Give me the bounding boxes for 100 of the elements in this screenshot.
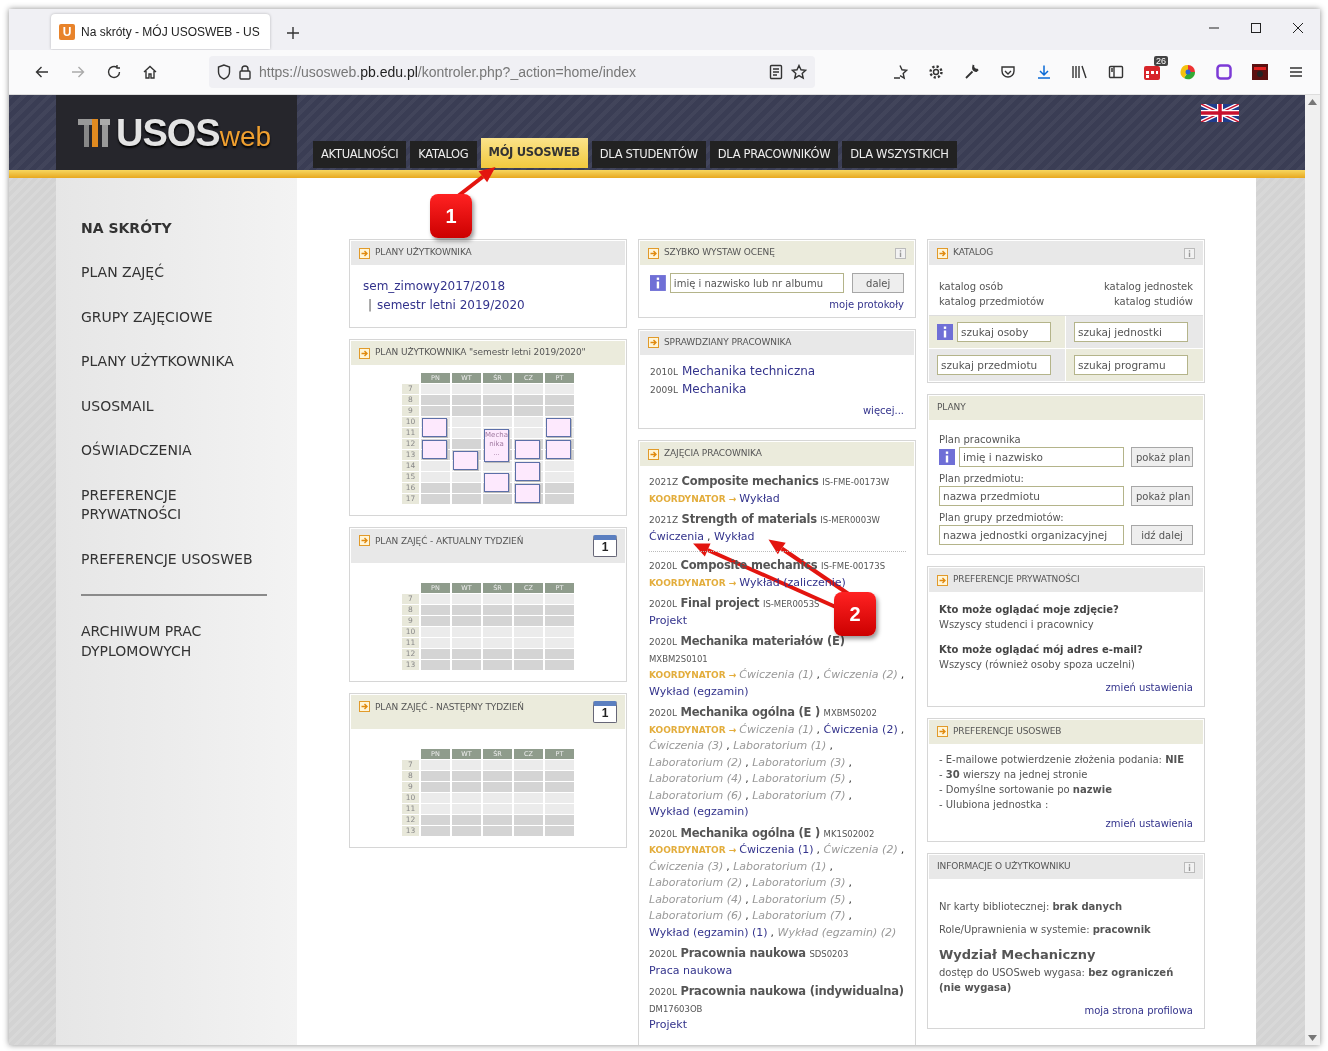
- term-label: 2020L: [649, 637, 677, 647]
- catalog-link[interactable]: katalog jednostek: [1103, 281, 1193, 292]
- info-text: Nr karty bibliotecznej: brak danych: [939, 900, 1123, 914]
- catalog-link[interactable]: katalog przedmiotów: [939, 296, 1045, 307]
- browser-tab[interactable]: U Na skróty - MÓJ USOSWEB - US: [51, 14, 270, 49]
- nav-tab[interactable]: KATALOG: [410, 141, 477, 168]
- toolbar-button[interactable]: 26: [1134, 56, 1170, 88]
- role-label: KOORDYNATOR →: [649, 577, 737, 588]
- term-label: 2010L: [650, 366, 678, 377]
- course-code: IS-MER0003W: [820, 515, 880, 525]
- address-bar[interactable]: https://usosweb.pb.edu.pl/kontroler.php?_action=home/index: [209, 56, 815, 88]
- answer-text: Wszyscy (również osoby spoza uczelni): [939, 658, 1136, 672]
- course-code: MXBM2S0101: [649, 653, 708, 664]
- nav-tab[interactable]: AKTUALNOŚCI: [313, 141, 407, 168]
- course-name: Mechanika materiałów (E): [680, 634, 845, 648]
- class-link[interactable]: Projekt: [649, 613, 687, 627]
- separator: ,: [726, 739, 730, 752]
- term-label: 2020L: [649, 561, 677, 571]
- sidebar-item[interactable]: ARCHIWUM PRAC DYPLOMOWYCH: [81, 622, 271, 661]
- plan-link[interactable]: semestr letni 2019/2020: [377, 297, 525, 312]
- separator: ,: [745, 909, 749, 922]
- catalog-link[interactable]: katalog studiów: [1113, 296, 1193, 307]
- input-field[interactable]: nazwa jednostki organizacyjnej: [939, 525, 1124, 545]
- separator: ,: [745, 788, 749, 802]
- panel-title: ZAJĘCIA PRACOWNIKA: [664, 447, 762, 461]
- separator: ,: [726, 859, 730, 873]
- separator: ,: [848, 892, 852, 906]
- sidebar-item[interactable]: PLAN ZAJĘĆ: [81, 263, 164, 283]
- nav-tab[interactable]: MÓJ USOSWEB: [480, 138, 588, 168]
- search-field[interactable]: imię i nazwisko lub nr albumu: [669, 273, 845, 293]
- course-name: Mechanika ogólna (E ): [680, 825, 821, 840]
- role-label: KOORDYNATOR →: [649, 670, 737, 680]
- course-name: Pracownia naukowa (indywidualna): [680, 984, 904, 998]
- test-link[interactable]: Mechanika techniczna: [681, 363, 816, 378]
- submit-button[interactable]: dalej: [852, 273, 904, 293]
- sidebar-item[interactable]: OŚWIADCZENIA: [81, 441, 192, 461]
- submit-button[interactable]: idź dalej: [1131, 525, 1193, 545]
- course-code: IS-FME-00173S: [821, 561, 886, 571]
- class-link[interactable]: Ćwiczenia: [649, 529, 705, 543]
- separator: ,: [829, 859, 833, 873]
- separator: ,: [745, 892, 749, 906]
- panel-title: INFORMACJE O UŻYTKOWNIKU: [937, 860, 1071, 874]
- panel-title: PLAN ZAJĘĆ - AKTUALNY TYDZIEŃ: [375, 535, 524, 548]
- class-link[interactable]: Ćwiczenia (1): [739, 843, 814, 856]
- submit-button[interactable]: pokaż plan: [1131, 486, 1193, 506]
- role-label: KOORDYNATOR →: [649, 845, 737, 855]
- class-link[interactable]: Wykład (egzamin): [649, 684, 749, 698]
- plan-link[interactable]: sem_zimowy2017/2018: [363, 279, 506, 293]
- class-link[interactable]: Wykład: [714, 529, 755, 543]
- separator: ,: [900, 722, 905, 736]
- settings-link[interactable]: zmień ustawienia: [1105, 682, 1193, 693]
- role-label: KOORDYNATOR →: [649, 724, 737, 735]
- search-field[interactable]: szukaj jednostki: [1074, 322, 1188, 342]
- search-field[interactable]: szukaj przedmiotu: [937, 355, 1051, 375]
- course-code: IS-MER0053S: [762, 599, 820, 609]
- term-label: 2020L: [649, 949, 677, 959]
- sidebar-item[interactable]: PLANY UŻYTKOWNIKA: [81, 352, 234, 372]
- calendar-icon[interactable]: 1: [593, 701, 617, 723]
- info-text: Role/Uprawnienia w systemie: pracownik: [939, 923, 1152, 937]
- class-link[interactable]: Praca naukowa: [649, 963, 733, 977]
- panel-title: PLANY: [937, 401, 966, 415]
- catalog-link[interactable]: katalog osób: [939, 281, 1003, 292]
- input-field[interactable]: imię i nazwisko: [959, 447, 1124, 467]
- separator: ,: [816, 843, 820, 856]
- panel-title: PREFERENCJE PRYWATNOŚCI: [953, 573, 1080, 587]
- class-link[interactable]: Wykład (egzamin): [649, 805, 749, 818]
- nav-tab[interactable]: DLA PRACOWNIKÓW: [709, 141, 839, 168]
- more-link[interactable]: więcej...: [862, 404, 904, 416]
- nav-tab[interactable]: DLA WSZYSTKICH: [842, 141, 957, 168]
- faculty-name: Wydział Mechaniczny: [939, 946, 1097, 964]
- calendar-icon[interactable]: 1: [593, 535, 617, 557]
- profile-link[interactable]: moja strona profilowa: [1084, 1004, 1193, 1016]
- class-link[interactable]: Ćwiczenia (2): [823, 722, 898, 736]
- course-code: IS-FME-00173W: [822, 477, 890, 487]
- sidebar-item[interactable]: PREFERENCJE USOSWEB: [81, 549, 253, 569]
- sidebar-item[interactable]: GRUPY ZAJĘCIOWE: [81, 307, 213, 327]
- sidebar-item[interactable]: USOSMAIL: [81, 396, 154, 416]
- submit-button[interactable]: pokaż plan: [1131, 447, 1193, 467]
- test-link[interactable]: Mechanika: [681, 381, 747, 396]
- count-badge: 26: [1154, 56, 1168, 66]
- input-field[interactable]: nazwa przedmiotu: [939, 486, 1124, 506]
- settings-link[interactable]: zmień ustawienia: [1105, 817, 1193, 829]
- term-label: 2020L: [649, 708, 677, 718]
- callout-badge: 2: [834, 592, 876, 636]
- term-label: 2009L: [650, 384, 678, 395]
- panel-title: PLAN ZAJĘĆ - NASTĘPNY TYDZIEŃ: [375, 701, 524, 714]
- class-link[interactable]: Wykład (egzamin) (1): [649, 925, 768, 939]
- class-link[interactable]: Wykład: [739, 491, 780, 505]
- search-field[interactable]: szukaj osoby: [957, 322, 1051, 342]
- question-text: Kto może oglądać mój adres e-mail?: [939, 643, 1144, 657]
- separator: ,: [745, 755, 749, 769]
- info-text: dostęp do USOSweb wygasa: bez ograniczeń (nie wygasa): [939, 965, 1175, 995]
- nav-tab[interactable]: DLA STUDENTÓW: [591, 141, 706, 168]
- search-field[interactable]: szukaj programu: [1074, 355, 1188, 375]
- protocols-link[interactable]: moje protokoły: [829, 299, 904, 310]
- separator: ,: [848, 772, 852, 785]
- field-label: Plan pracownika: [939, 433, 1022, 447]
- course-name: Strength of materials: [681, 512, 817, 526]
- class-link[interactable]: Projekt: [649, 1018, 687, 1031]
- sidebar-item[interactable]: PREFERENCJE PRYWATNOŚCI: [81, 485, 271, 525]
